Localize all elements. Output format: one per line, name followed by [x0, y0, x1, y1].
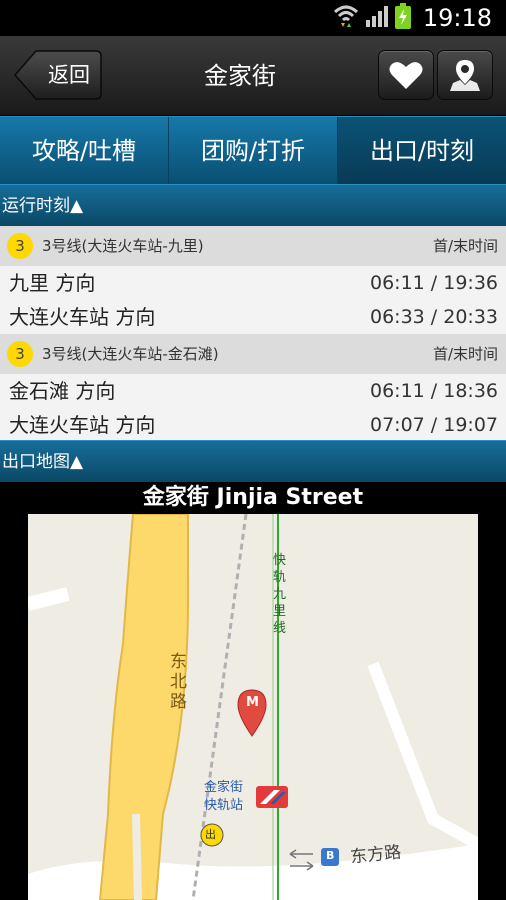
status-icons: 19:18 [333, 3, 492, 33]
bus-label: B [326, 849, 335, 862]
road-label-dongbei: 东北路 [170, 652, 187, 712]
tab-exits-schedule[interactable]: 出口/时刻 [338, 117, 506, 185]
line-badge: 3 [7, 233, 33, 259]
traffic-arrow-icon [289, 849, 313, 859]
direction-times: 06:11 / 18:36 [370, 380, 498, 402]
station-label-line1: 金家街 [204, 780, 244, 795]
direction-name: 金石滩 方向 [9, 379, 116, 403]
direction-row: 大连火车站 方向 07:07 / 19:07 [0, 408, 506, 442]
metro-line-label: 快轨九里线 [273, 553, 287, 636]
direction-row: 九里 方向 06:11 / 19:36 [0, 266, 506, 300]
exit-label: 出 [205, 828, 216, 841]
direction-times: 06:11 / 19:36 [370, 272, 498, 294]
direction-times: 06:33 / 20:33 [370, 306, 498, 328]
page-title: 金家街 [204, 62, 276, 90]
back-label: 返回 [48, 63, 90, 87]
back-button[interactable]: 返回 [14, 50, 102, 100]
station-label-line2: 快轨站 [204, 798, 244, 813]
status-bar: 19:18 [0, 0, 506, 36]
map-road-dongfang [28, 844, 478, 900]
direction-name: 九里 方向 [9, 271, 96, 295]
title-bar: 返回 金家街 [0, 36, 506, 116]
pin-label: M [246, 695, 259, 710]
exit-map-section-header[interactable]: 出口地图▲ [0, 440, 506, 482]
tab-guide-comments[interactable]: 攻略/吐槽 [0, 117, 169, 185]
station-map[interactable]: 东北路 快轨九里线 金家街 快轨站 出 M B 东方路 [28, 514, 478, 900]
direction-times: 07:07 / 19:07 [370, 414, 498, 436]
road-label-dongfang: 东方路 [349, 842, 403, 868]
direction-row: 大连火车站 方向 06:33 / 20:33 [0, 300, 506, 334]
line-header: 3 3号线(大连火车站-九里) 首/末时间 [0, 226, 506, 266]
exit-map-area: 金家街 Jinjia Street 东北路 快轨九里线 金家街 快轨站 出 M … [0, 482, 506, 900]
map-street [367, 661, 478, 850]
map-street [28, 587, 70, 611]
tab-group-deals[interactable]: 团购/打折 [169, 117, 338, 185]
direction-row: 金石滩 方向 06:11 / 18:36 [0, 374, 506, 408]
tab-bar: 攻略/吐槽 团购/打折 出口/时刻 [0, 116, 506, 185]
direction-name: 大连火车站 方向 [9, 413, 156, 437]
line-header: 3 3号线(大连火车站-金石滩) 首/末时间 [0, 334, 506, 374]
map-title: 金家街 Jinjia Street [142, 485, 364, 510]
heart-icon [389, 62, 423, 89]
favorite-button[interactable] [378, 50, 434, 100]
first-last-time-label: 首/末时间 [432, 345, 498, 363]
wifi-icon [333, 3, 359, 33]
line-name: 3号线(大连火车站-金石滩) [42, 345, 219, 363]
map-location-button[interactable] [437, 50, 493, 100]
battery-charging-icon [394, 3, 411, 33]
direction-name: 大连火车站 方向 [9, 305, 156, 329]
schedule-section-header[interactable]: 运行时刻▲ [0, 184, 506, 226]
metro-station-icon [256, 786, 288, 808]
map-pin-icon [450, 60, 480, 91]
line-badge: 3 [7, 341, 33, 367]
signal-icon [365, 4, 389, 32]
map-road-divider [132, 813, 142, 900]
first-last-time-label: 首/末时间 [432, 237, 498, 255]
line-name: 3号线(大连火车站-九里) [42, 237, 204, 255]
status-clock: 19:18 [422, 4, 492, 32]
